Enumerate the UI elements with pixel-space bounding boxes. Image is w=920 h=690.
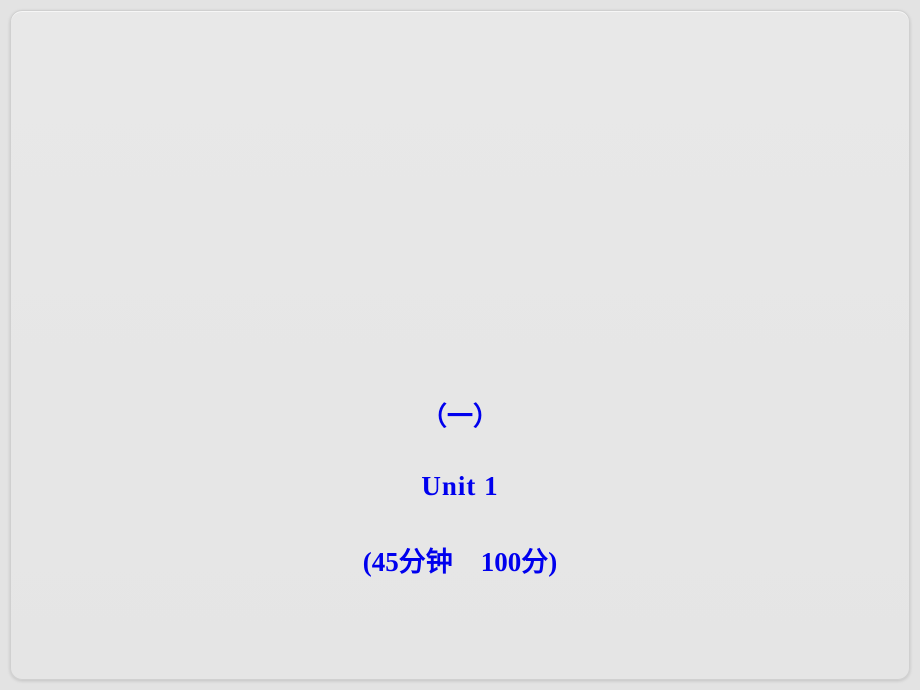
time-unit: 分钟 (399, 547, 453, 577)
score-unit: 分 (521, 547, 548, 577)
unit-title: Unit 1 (421, 471, 498, 502)
close-paren: ) (548, 547, 557, 577)
heading-number: （一） (421, 396, 499, 433)
time-score-info: (45分钟 100分) (363, 540, 558, 579)
content-block: （一） Unit 1 (45分钟 100分) (363, 396, 558, 579)
score-value: 100 (481, 547, 522, 577)
time-value-open: (45 (363, 547, 399, 577)
slide-container: （一） Unit 1 (45分钟 100分) (10, 10, 910, 680)
